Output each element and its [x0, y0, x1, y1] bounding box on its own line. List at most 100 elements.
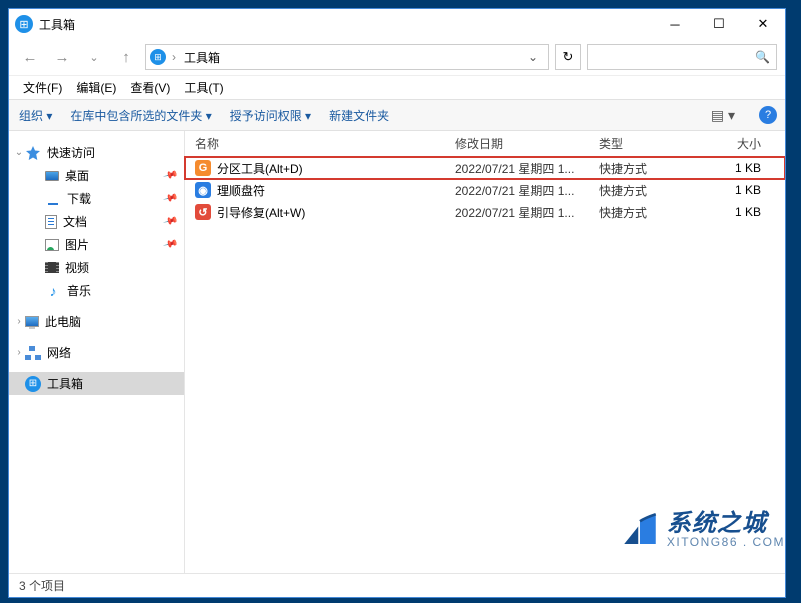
- cmd-grant-access[interactable]: 授予访问权限 ▾: [228, 103, 313, 128]
- file-type: 快捷方式: [589, 204, 703, 221]
- pin-icon: 📌: [162, 168, 178, 184]
- close-button[interactable]: ✕: [741, 9, 785, 39]
- sidebar-item-label: 视频: [65, 259, 89, 276]
- watermark-url: XITONG86 . COM: [667, 536, 785, 549]
- menu-bar: 文件(F) 编辑(E) 查看(V) 工具(T): [9, 75, 785, 99]
- network-icon: [25, 346, 41, 360]
- search-input[interactable]: 🔍: [587, 44, 777, 70]
- nav-up-button[interactable]: ↑: [113, 44, 139, 70]
- sidebar-item-label: 文档: [63, 213, 87, 230]
- monitor-icon: [45, 171, 59, 181]
- sidebar-pictures[interactable]: 图片 📌: [9, 233, 184, 256]
- app-icon: ⊞: [15, 15, 33, 33]
- sidebar-item-label: 快速访问: [47, 144, 95, 161]
- file-size: 1 KB: [703, 183, 771, 197]
- chevron-right-icon: ›: [13, 347, 25, 358]
- address-dropdown-button[interactable]: ⌄: [522, 50, 544, 64]
- sidebar-item-label: 网络: [47, 344, 71, 361]
- watermark-logo-icon: [619, 509, 661, 551]
- menu-view[interactable]: 查看(V): [124, 76, 176, 99]
- file-icon: ↺: [195, 204, 211, 220]
- help-button[interactable]: ?: [759, 106, 777, 124]
- video-icon: [45, 262, 59, 273]
- sidebar-documents[interactable]: 文档 📌: [9, 210, 184, 233]
- file-rows: G分区工具(Alt+D)2022/07/21 星期四 1...快捷方式1 KB◉…: [185, 157, 785, 223]
- menu-file[interactable]: 文件(F): [17, 76, 68, 99]
- file-type: 快捷方式: [589, 182, 703, 199]
- file-name: 引导修复(Alt+W): [217, 204, 305, 221]
- file-date: 2022/07/21 星期四 1...: [445, 204, 589, 221]
- file-icon: G: [195, 160, 211, 176]
- file-name: 理顺盘符: [217, 182, 265, 199]
- sidebar-item-label: 桌面: [65, 167, 89, 184]
- sidebar-item-label: 此电脑: [45, 313, 81, 330]
- view-options-button[interactable]: ▤ ▾: [711, 107, 735, 124]
- chevron-down-icon: ⌄: [13, 147, 25, 158]
- computer-icon: [25, 316, 39, 327]
- chevron-right-icon: ›: [13, 316, 25, 327]
- cmd-new-folder[interactable]: 新建文件夹: [327, 103, 391, 128]
- menu-edit[interactable]: 编辑(E): [70, 76, 122, 99]
- pin-icon: 📌: [162, 214, 178, 230]
- window-controls: ─ ☐ ✕: [653, 9, 785, 39]
- title-bar: ⊞ 工具箱 ─ ☐ ✕: [9, 9, 785, 39]
- sidebar-item-label: 图片: [65, 236, 89, 253]
- refresh-button[interactable]: ↻: [555, 44, 581, 70]
- pin-icon: 📌: [162, 237, 178, 253]
- file-row[interactable]: ↺ 引导修复(Alt+W) 2022/07/21 星期四 1...快捷方式1 KB: [185, 201, 785, 223]
- watermark: 系统之城 XITONG86 . COM: [619, 509, 785, 551]
- cmd-include-library[interactable]: 在库中包含所选的文件夹 ▾: [68, 103, 213, 128]
- col-size[interactable]: 大小: [703, 135, 771, 152]
- file-icon: ◉: [195, 182, 211, 198]
- sidebar-item-label: 音乐: [67, 282, 91, 299]
- nav-recent-button[interactable]: ⌄: [81, 44, 107, 70]
- status-bar: 3 个项目: [9, 573, 785, 597]
- sidebar-desktop[interactable]: 桌面 📌: [9, 164, 184, 187]
- explorer-window: ⊞ 工具箱 ─ ☐ ✕ ← → ⌄ ↑ ⊞ › 工具箱 ⌄ ↻ 🔍 文件(F) …: [8, 8, 786, 598]
- navigation-pane: ⌄ 快速访问 桌面 📌 下载 📌 文档 📌: [9, 131, 185, 573]
- file-list-pane: 名称 修改日期 类型 大小 G 分区工具(Alt+D) 2022/07/21 星期四…: [185, 131, 785, 573]
- sidebar-network[interactable]: › 网络: [9, 341, 184, 364]
- file-name: 分区工具(Alt+D): [217, 160, 303, 177]
- command-bar: 组织 ▾ 在库中包含所选的文件夹 ▾ 授予访问权限 ▾ 新建文件夹 ▤ ▾ ?: [9, 99, 785, 131]
- sidebar-videos[interactable]: 视频: [9, 256, 184, 279]
- nav-back-button: ←: [17, 44, 43, 70]
- address-field[interactable]: ⊞ › 工具箱 ⌄: [145, 44, 549, 70]
- location-icon: ⊞: [150, 49, 166, 65]
- col-type[interactable]: 类型: [589, 135, 703, 152]
- pin-icon: 📌: [162, 191, 178, 207]
- toolbox-icon: ⊞: [25, 376, 41, 392]
- document-icon: [45, 215, 57, 229]
- body-area: ⌄ 快速访问 桌面 📌 下载 📌 文档 📌: [9, 131, 785, 573]
- col-date[interactable]: 修改日期: [445, 135, 589, 152]
- file-size: 1 KB: [703, 205, 771, 219]
- file-row[interactable]: ◉理顺盘符2022/07/21 星期四 1...快捷方式1 KB: [185, 179, 785, 201]
- sidebar-quick-access[interactable]: ⌄ 快速访问: [9, 141, 184, 164]
- sidebar-this-pc[interactable]: › 此电脑: [9, 310, 184, 333]
- search-icon: 🔍: [755, 50, 770, 64]
- picture-icon: [45, 239, 59, 251]
- music-icon: ♪: [45, 283, 61, 299]
- file-row[interactable]: G分区工具(Alt+D)2022/07/21 星期四 1...快捷方式1 KB: [185, 157, 785, 179]
- chevron-right-icon: ›: [170, 50, 178, 64]
- sidebar-downloads[interactable]: 下载 📌: [9, 187, 184, 210]
- address-bar-row: ← → ⌄ ↑ ⊞ › 工具箱 ⌄ ↻ 🔍: [9, 39, 785, 75]
- status-text: 3 个项目: [19, 577, 65, 594]
- sidebar-toolbox[interactable]: ⊞ 工具箱: [9, 372, 184, 395]
- col-name[interactable]: 名称: [185, 135, 445, 152]
- column-headers: 名称 修改日期 类型 大小: [185, 131, 785, 157]
- sidebar-item-label: 下载: [67, 190, 91, 207]
- minimize-button[interactable]: ─: [653, 9, 697, 39]
- nav-forward-button: →: [49, 44, 75, 70]
- file-type: 快捷方式: [589, 160, 703, 177]
- watermark-title: 系统之城: [667, 511, 785, 536]
- star-icon: [25, 145, 41, 161]
- breadcrumb[interactable]: 工具箱: [182, 49, 222, 66]
- download-icon: [45, 191, 61, 207]
- sidebar-item-label: 工具箱: [47, 375, 83, 392]
- maximize-button[interactable]: ☐: [697, 9, 741, 39]
- sidebar-music[interactable]: ♪ 音乐: [9, 279, 184, 302]
- menu-tools[interactable]: 工具(T): [178, 76, 229, 99]
- file-size: 1 KB: [703, 161, 771, 175]
- cmd-organize[interactable]: 组织 ▾: [17, 103, 54, 128]
